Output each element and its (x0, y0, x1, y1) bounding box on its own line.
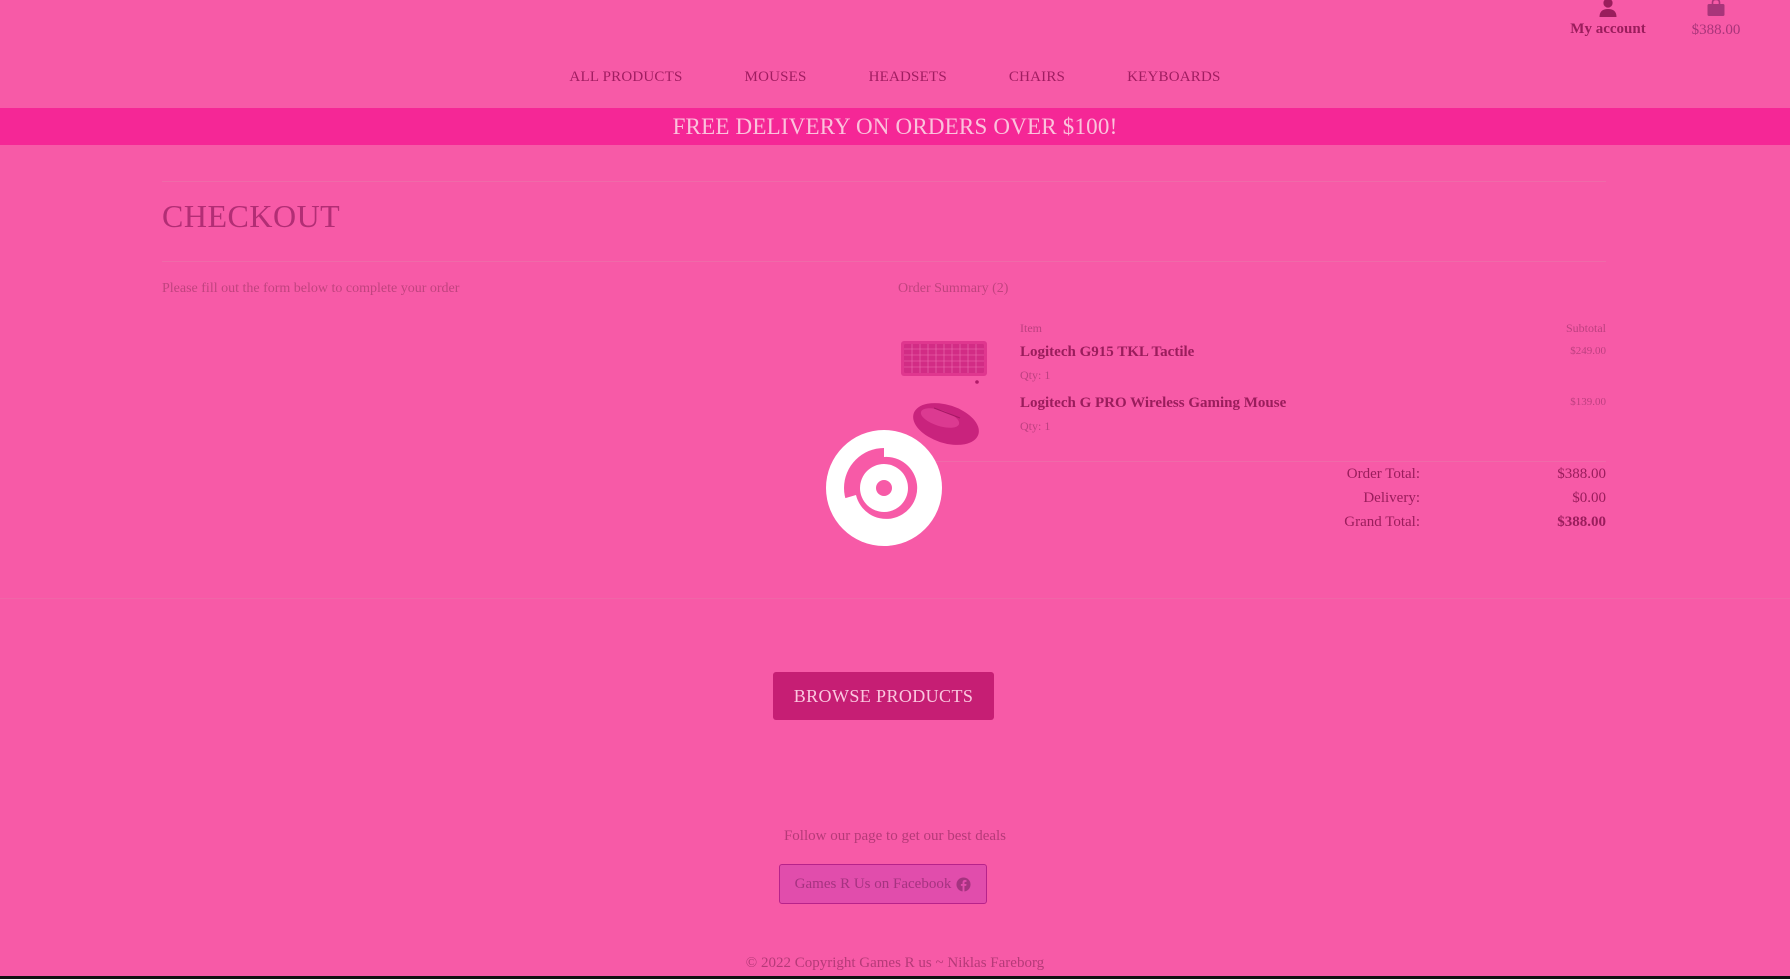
form-intro-text: Please fill out the form below to comple… (162, 281, 460, 296)
cart-link[interactable]: $388.00 (1680, 0, 1752, 39)
section-divider (0, 598, 1790, 599)
page-title: CHECKOUT (162, 198, 341, 234)
promo-banner: FREE DELIVERY ON ORDERS OVER $100! (0, 108, 1790, 145)
follow-text: Follow our page to get our best deals (783, 828, 1007, 844)
item-price: $139.00 (1570, 396, 1606, 408)
item-price: $249.00 (1570, 345, 1606, 357)
loading-spinner-icon (826, 430, 942, 546)
facebook-button[interactable]: Games R Us on Facebook (779, 864, 987, 904)
order-total-label: Order Total: (1346, 466, 1420, 482)
facebook-button-label: Games R Us on Facebook (794, 875, 952, 892)
grand-total-label: Grand Total: (1344, 514, 1420, 530)
summary-divider (898, 461, 1606, 462)
delivery-value: $0.00 (1572, 490, 1606, 506)
my-account-link[interactable]: My account (1560, 0, 1656, 38)
browse-products-button[interactable]: BROWSE PRODUCTS (773, 672, 994, 720)
item-qty: Qty: 1 (1020, 368, 1051, 382)
cart-total: $388.00 (1691, 22, 1741, 38)
nav-headsets[interactable]: HEADSETS (869, 69, 947, 86)
delivery-label: Delivery: (1363, 490, 1420, 506)
grand-total-value: $388.00 (1557, 514, 1606, 530)
facebook-icon (956, 876, 971, 892)
nav-mouses[interactable]: MOUSES (745, 69, 807, 86)
checkout-page: My account $388.00 ALL PRODUCTS MOUSES H… (0, 0, 1790, 979)
user-icon (1599, 0, 1617, 17)
shopping-bag-icon (1707, 0, 1725, 16)
keyboard-thumbnail (901, 341, 987, 384)
order-summary-title: Order Summary (2) (898, 281, 1009, 296)
nav-chairs[interactable]: CHAIRS (1009, 69, 1065, 86)
subtotal-column-header: Subtotal (1565, 321, 1606, 335)
divider (162, 261, 1606, 262)
order-total-value: $388.00 (1557, 466, 1606, 482)
item-column-header: Item (1020, 321, 1042, 335)
nav-keyboards[interactable]: KEYBOARDS (1127, 69, 1220, 86)
item-name: Logitech G PRO Wireless Gaming Mouse (1020, 395, 1287, 411)
item-qty: Qty: 1 (1020, 419, 1051, 433)
my-account-label: My account (1570, 21, 1646, 37)
divider (162, 181, 1606, 182)
item-name: Logitech G915 TKL Tactile (1020, 344, 1195, 360)
copyright-text: © 2022 Copyright Games R us ~ Niklas Far… (745, 955, 1045, 971)
main-nav: ALL PRODUCTS MOUSES HEADSETS CHAIRS KEYB… (0, 69, 1790, 86)
nav-all-products[interactable]: ALL PRODUCTS (569, 69, 682, 86)
site-header: My account $388.00 ALL PRODUCTS MOUSES H… (0, 0, 1790, 108)
